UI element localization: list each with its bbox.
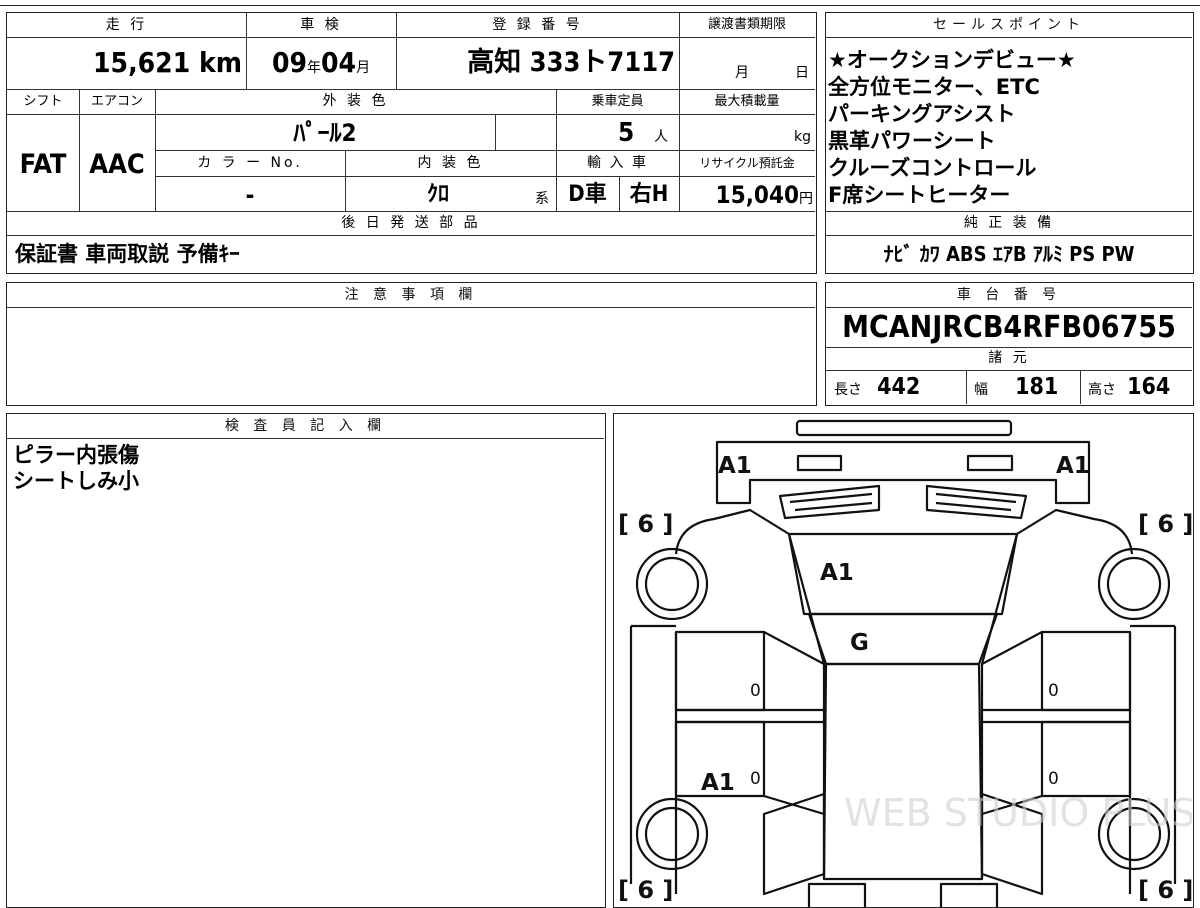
inspection-month-unit: 月 [356, 60, 371, 76]
spec-length-label: 長さ [834, 382, 862, 398]
chassis-no-header: 車 台 番 号 [826, 283, 1192, 308]
spec-width-value: 181 [1015, 374, 1059, 400]
sales-point-item: ★オークションデビュー★ [828, 48, 1076, 72]
mark-left-door-rear: 0 [750, 769, 761, 789]
spec-height: 高さ 164 [1088, 372, 1192, 405]
inspection-month: 04 [321, 46, 357, 79]
mileage-header: 走 行 [105, 17, 148, 33]
inspector-header: 検 査 員 記 入 欄 [7, 414, 604, 439]
sales-point-item: 黒革パワーシート [828, 129, 996, 153]
top-cutoff-strip [0, 0, 1200, 6]
later-parts-header: 後 日 発 送 部 品 [341, 215, 481, 231]
mark-front-right: A1 [1056, 453, 1090, 479]
transfer-docs-month-unit: 月 [735, 65, 749, 81]
registration-number: 高知 333ト7117 [467, 47, 675, 78]
recycle-header: リサイクル預託金 [699, 156, 795, 170]
sales-point-item: クルーズコントロール [828, 156, 1037, 180]
exterior-color-header: 外 装 色 [322, 93, 389, 109]
specs-header: 諸 元 [988, 350, 1030, 366]
sales-points-list: ★オークションデビュー★ 全方位モニター、ETC パーキングアシスト 黒革パワー… [828, 47, 1190, 209]
mark-right-door-front: 0 [1048, 681, 1059, 701]
sales-points-header: セールスポイント [826, 13, 1192, 38]
diagram-watermark: WEB STUDIO PLUS [844, 791, 1192, 835]
mileage-value: 15,621 km [7, 41, 242, 85]
mark-hood: A1 [820, 560, 854, 586]
mark-front-left: A1 [718, 453, 752, 479]
shift-header: シフト [23, 94, 63, 109]
inspector-note-item: ピラー内張傷 [13, 443, 139, 467]
tire-left-front-label: [ 6 ] [618, 510, 673, 538]
spec-width: 幅 181 [974, 372, 1078, 405]
notes-header: 注 意 事 項 欄 [7, 283, 815, 308]
aircon-value: AAC [89, 149, 145, 180]
mark-right-door-rear: 0 [1048, 769, 1059, 789]
inspector-box: 検 査 員 記 入 欄 ピラー内張傷 シートしみ小 [6, 413, 606, 908]
recycle-unit: 円 [799, 191, 813, 207]
chassis-no-value: MCANJRCB4RFB06755 [842, 310, 1176, 345]
inspector-note-item: シートしみ小 [13, 469, 139, 493]
max-load-header: 最大積載量 [714, 94, 780, 109]
mileage-unit: km [199, 46, 242, 79]
capacity-number: 5 [618, 118, 635, 148]
tire-right-front-label: [ 6 ] [1138, 510, 1192, 538]
car-diagram-box: WEB STUDIO PLUS [ 6 ] [ 6 ] [ 6 ] [ 6 ] … [613, 413, 1194, 908]
aircon-header: エアコン [90, 94, 143, 109]
interior-color-text: ｸﾛ [427, 182, 450, 207]
sales-point-item: パーキングアシスト [828, 102, 1016, 126]
spec-length-value: 442 [877, 374, 921, 400]
chassis-specs-box: 車 台 番 号 MCANJRCB4RFB06755 諸 元 長さ 442 幅 1… [825, 282, 1194, 406]
capacity-unit: 人 [654, 129, 668, 145]
spec-width-label: 幅 [974, 382, 988, 398]
car-diagram: WEB STUDIO PLUS [ 6 ] [ 6 ] [ 6 ] [ 6 ] … [618, 419, 1192, 907]
inspection-year: 09 [271, 46, 307, 79]
later-parts-value: 保証書 車両取説 予備ｷｰ [15, 242, 240, 266]
genuine-equipment-header: 純 正 装 備 [963, 215, 1055, 231]
recycle-number: 15,040 [715, 181, 799, 209]
color-no-value: - [245, 181, 255, 209]
vehicle-info-table: 走 行 車 検 登 録 番 号 譲渡書類期限 15,621 km 09年04月 … [6, 12, 817, 274]
mark-windshield: G [850, 630, 869, 656]
sales-point-item: F席シートヒーター [828, 183, 1011, 207]
transfer-docs-day-unit: 日 [795, 65, 809, 81]
recycle-value: 15,040円 [679, 179, 813, 215]
mileage-number: 15,621 [93, 46, 191, 79]
sales-points-box: セールスポイント ★オークションデビュー★ 全方位モニター、ETC パーキングア… [825, 12, 1194, 274]
import-header: 輸 入 車 [587, 155, 648, 171]
inspection-header: 車 検 [300, 17, 342, 33]
interior-color-header: 内 装 色 [417, 155, 484, 171]
inspection-value: 09年04月 [246, 41, 396, 90]
import-drive: D車 [568, 182, 607, 207]
spec-length: 長さ 442 [834, 372, 964, 405]
genuine-equipment-value: ﾅﾋﾞ ｶﾜ ABS ｴｱB ｱﾙﾐ PS PW [883, 242, 1135, 266]
inspection-year-unit: 年 [307, 60, 321, 76]
max-load-unit: kg [794, 129, 811, 145]
notes-box: 注 意 事 項 欄 [6, 282, 817, 406]
color-no-header: カ ラ ー No. [197, 155, 303, 171]
registration-header: 登 録 番 号 [492, 17, 583, 33]
exterior-color-value: ﾊﾟｰﾙ2 [293, 119, 357, 147]
capacity-header: 乗車定員 [591, 94, 644, 109]
mark-left-rear: A1 [701, 770, 735, 796]
mark-left-door-front: 0 [750, 681, 761, 701]
spec-height-label: 高さ [1088, 382, 1116, 398]
transfer-docs-header: 譲渡書類期限 [707, 17, 786, 32]
import-steering: 右H [629, 182, 669, 207]
sales-point-item: 全方位モニター、ETC [828, 75, 1040, 99]
spec-height-value: 164 [1127, 374, 1171, 400]
shift-value: FAT [19, 149, 67, 180]
inspector-notes: ピラー内張傷 シートしみ小 [13, 442, 139, 494]
